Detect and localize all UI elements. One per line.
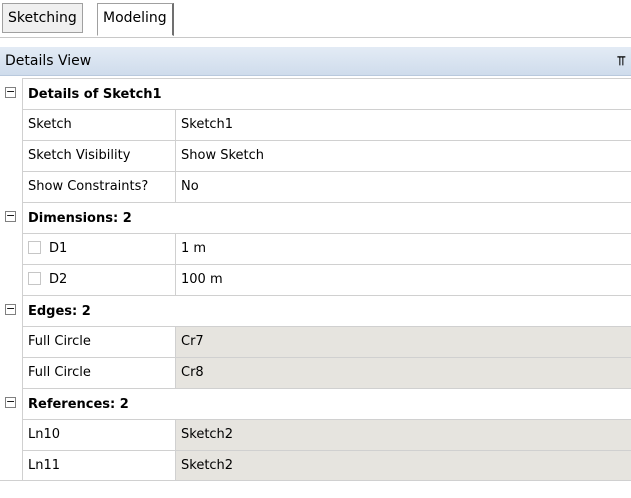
property-value: Sketch2 bbox=[175, 419, 631, 450]
property-name: Show Constraints? bbox=[22, 171, 175, 202]
property-value[interactable]: No bbox=[175, 171, 631, 202]
parameter-checkbox[interactable] bbox=[28, 272, 41, 285]
property-name: Ln11 bbox=[22, 450, 175, 481]
group-dimensions: − Dimensions: 2 bbox=[0, 202, 631, 233]
property-row[interactable]: Ln10 Sketch2 bbox=[0, 419, 631, 450]
group-edges: − Edges: 2 bbox=[0, 295, 631, 326]
parameter-checkbox[interactable] bbox=[28, 241, 41, 254]
property-row[interactable]: D2 100 m bbox=[0, 264, 631, 295]
property-row[interactable]: D1 1 m bbox=[0, 233, 631, 264]
group-title: References: 2 bbox=[22, 388, 631, 419]
property-value[interactable]: 1 m bbox=[175, 233, 631, 264]
group-title: Details of Sketch1 bbox=[22, 78, 631, 109]
tab-modeling[interactable]: Modeling bbox=[97, 3, 174, 36]
property-row[interactable]: Sketch Sketch1 bbox=[0, 109, 631, 140]
group-details-of-sketch: − Details of Sketch1 bbox=[0, 78, 631, 109]
collapse-icon[interactable]: − bbox=[5, 303, 16, 315]
dimension-label: D1 bbox=[49, 241, 68, 256]
property-name: Sketch Visibility bbox=[22, 140, 175, 171]
tab-sketching[interactable]: Sketching bbox=[2, 3, 83, 33]
property-name: Full Circle bbox=[22, 326, 175, 357]
collapse-icon[interactable]: − bbox=[5, 210, 16, 222]
pin-icon[interactable]: ⫪ bbox=[618, 47, 625, 76]
property-value: Sketch2 bbox=[175, 450, 631, 481]
property-value[interactable]: Show Sketch bbox=[175, 140, 631, 171]
group-title: Edges: 2 bbox=[22, 295, 631, 326]
collapse-icon[interactable]: − bbox=[5, 86, 16, 98]
property-value[interactable]: 100 m bbox=[175, 264, 631, 295]
property-name: Full Circle bbox=[22, 357, 175, 388]
property-name: D1 bbox=[22, 233, 175, 264]
property-row[interactable]: Show Constraints? No bbox=[0, 171, 631, 202]
collapse-icon[interactable]: − bbox=[5, 396, 16, 408]
property-name: D2 bbox=[22, 264, 175, 295]
group-references: − References: 2 bbox=[0, 388, 631, 419]
dimension-label: D2 bbox=[49, 272, 68, 287]
details-grid: − Details of Sketch1 Sketch Sketch1 Sket… bbox=[0, 78, 631, 481]
details-view-header: Details View ⫪ bbox=[0, 47, 631, 76]
property-row[interactable]: Sketch Visibility Show Sketch bbox=[0, 140, 631, 171]
tab-strip: Sketching Modeling bbox=[0, 0, 631, 38]
group-title: Dimensions: 2 bbox=[22, 202, 631, 233]
property-name: Ln10 bbox=[22, 419, 175, 450]
property-row[interactable]: Full Circle Cr7 bbox=[0, 326, 631, 357]
property-value[interactable]: Sketch1 bbox=[175, 109, 631, 140]
property-row[interactable]: Full Circle Cr8 bbox=[0, 357, 631, 388]
property-name: Sketch bbox=[22, 109, 175, 140]
property-value: Cr8 bbox=[175, 357, 631, 388]
details-view-title: Details View bbox=[5, 53, 92, 69]
property-row[interactable]: Ln11 Sketch2 bbox=[0, 450, 631, 481]
property-value: Cr7 bbox=[175, 326, 631, 357]
